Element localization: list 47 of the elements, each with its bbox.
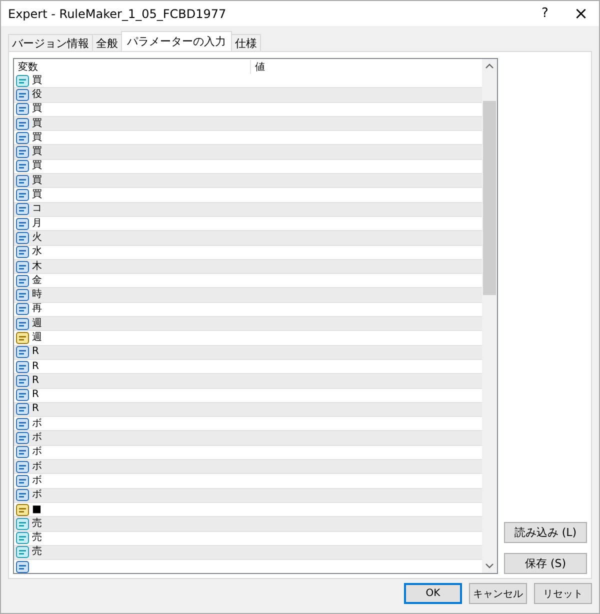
parameter-name: 売 <box>32 518 42 530</box>
parameter-name: 買 <box>32 146 42 158</box>
parameter-name: ボ <box>32 474 42 487</box>
parameter-name: 買 <box>32 189 42 202</box>
parameter-name: 売 <box>32 532 42 544</box>
dialog-button[interactable]: キャンセル <box>469 583 527 604</box>
parameter-name: 水 <box>32 246 42 258</box>
tab[interactable]: 仕様 <box>231 34 261 51</box>
parameter-name: 買 <box>32 74 42 87</box>
parameter-name: 金 <box>32 274 42 287</box>
parameter-name: 買 <box>32 174 42 187</box>
tab[interactable]: パラメーターの入力 <box>121 31 232 51</box>
parameter-name: 再 <box>32 303 42 316</box>
parameter-name: ボ <box>32 460 42 473</box>
column-header: 変数 <box>17 60 39 74</box>
parameter-name: 買 <box>32 103 42 116</box>
help-button[interactable]: ? <box>527 1 563 26</box>
parameter-name: R <box>32 374 39 387</box>
parameter-name: 買 <box>32 118 42 130</box>
parameter-name: ボ <box>32 432 42 444</box>
parameter-name: 買 <box>32 160 42 172</box>
parameter-name: ボ <box>32 446 42 458</box>
parameter-name: R <box>32 403 39 416</box>
window-title: Expert - RuleMaker_1_05_FCBD1977 <box>8 6 228 20</box>
tab[interactable]: バージョン情報 <box>8 34 93 51</box>
parameter-name: コ <box>32 203 42 216</box>
close-button[interactable]: × <box>563 1 599 26</box>
dialog-button[interactable]: OK <box>404 583 462 604</box>
parameter-name: 売 <box>32 546 42 558</box>
parameter-name: 木 <box>32 260 42 272</box>
tab[interactable]: 全般 <box>92 34 122 51</box>
parameter-name: 役 <box>32 88 42 101</box>
parameter-name: 週 <box>32 318 42 330</box>
parameter-name: 週 <box>32 332 42 344</box>
parameter-name: ■ <box>32 504 42 516</box>
parameter-name: ボ <box>32 418 42 430</box>
parameter-name: R <box>32 360 39 373</box>
parameter-name: ボ <box>32 489 42 502</box>
parameter-name: 買 <box>32 132 42 144</box>
parameter-name: 時 <box>32 289 42 302</box>
parameter-name: R <box>32 389 39 402</box>
dialog-button[interactable]: リセット <box>534 583 592 604</box>
load-button[interactable]: 読み込み (L) <box>504 522 587 543</box>
parameter-name: 月 <box>32 218 42 230</box>
save-button[interactable]: 保存 (S) <box>504 553 587 574</box>
parameter-name: R <box>32 346 39 358</box>
parameter-name: 火 <box>32 232 42 244</box>
